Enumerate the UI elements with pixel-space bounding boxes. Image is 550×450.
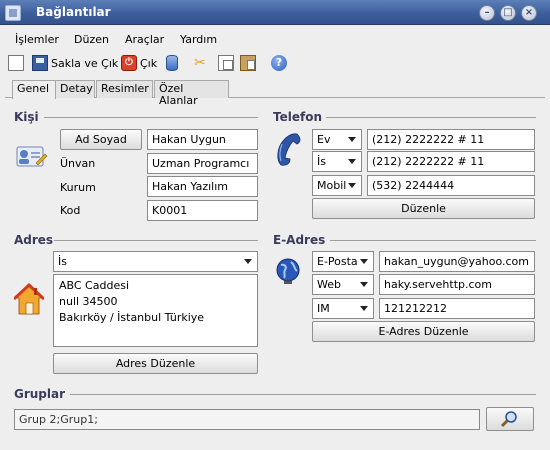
ad-soyad-button[interactable]: Ad Soyad bbox=[60, 129, 142, 150]
phone-type-2[interactable]: İs bbox=[312, 151, 362, 172]
phone-number-2[interactable]: (212) 2222222 # 11 bbox=[367, 151, 535, 172]
unvan-label: Ünvan bbox=[60, 157, 96, 170]
menu-duzen[interactable]: Düzen bbox=[74, 33, 109, 46]
menu-yardim[interactable]: Yardım bbox=[180, 33, 217, 46]
help-icon[interactable]: ? bbox=[271, 55, 287, 71]
phone-icon bbox=[273, 132, 303, 168]
unvan-field[interactable]: Uzman Programcı bbox=[147, 153, 258, 174]
globe-icon bbox=[273, 256, 303, 286]
adres-section-title: Adres bbox=[14, 233, 54, 247]
eaddress-value-2[interactable]: haky.servehttp.com bbox=[379, 274, 535, 295]
gruplar-section-title: Gruplar bbox=[14, 387, 66, 401]
kod-label: Kod bbox=[60, 204, 81, 217]
tab-genel[interactable]: Genel bbox=[12, 80, 56, 99]
menu-islemler[interactable]: İşlemler bbox=[15, 33, 59, 46]
app-icon bbox=[5, 5, 21, 21]
contact-card-icon bbox=[14, 143, 48, 171]
phone-type-1[interactable]: Ev bbox=[312, 129, 362, 150]
tab-detay[interactable]: Detay bbox=[55, 80, 95, 98]
eaddress-type-3[interactable]: IM bbox=[312, 298, 374, 319]
eaddress-type-1[interactable]: E-Posta bbox=[312, 251, 374, 272]
magnifier-icon bbox=[500, 411, 517, 428]
telefon-section-title: Telefon bbox=[273, 110, 322, 124]
save-exit-button[interactable]: Sakla ve Çık bbox=[51, 57, 118, 70]
kod-field[interactable]: K0001 bbox=[147, 200, 258, 221]
maximize-icon[interactable]: □ bbox=[500, 5, 516, 21]
adres-section-line bbox=[54, 240, 258, 241]
copy-icon[interactable] bbox=[218, 55, 234, 71]
eaddress-type-2[interactable]: Web bbox=[312, 274, 374, 295]
power-icon[interactable]: ⏻ bbox=[121, 55, 137, 71]
eaddress-value-3[interactable]: 121212212 bbox=[379, 298, 535, 319]
phone-number-1[interactable]: (212) 2222222 # 11 bbox=[367, 129, 535, 150]
cut-icon[interactable]: ✂ bbox=[194, 56, 210, 72]
telefon-section-line bbox=[326, 117, 536, 118]
eadres-section-title: E-Adres bbox=[273, 233, 326, 247]
kurum-field[interactable]: Hakan Yazılım bbox=[147, 176, 258, 197]
eadres-section-line bbox=[330, 240, 536, 241]
address-type-select[interactable]: İs bbox=[53, 251, 258, 272]
adres-edit-button[interactable]: Adres Düzenle bbox=[53, 353, 258, 374]
exit-button[interactable]: Çık bbox=[140, 57, 157, 70]
kisi-section-line bbox=[44, 117, 258, 118]
minimize-icon[interactable]: – bbox=[479, 5, 495, 21]
address-textarea[interactable]: ABC Caddesi null 34500 Bakırköy / İstanb… bbox=[53, 274, 258, 347]
eaddress-value-1[interactable]: hakan_uygun@yahoo.com bbox=[379, 251, 535, 272]
tab-resimler[interactable]: Resimler bbox=[96, 80, 153, 98]
phone-type-3[interactable]: Mobil bbox=[312, 175, 362, 196]
gruplar-section-line bbox=[70, 394, 536, 395]
groups-field[interactable]: Grup 2;Grup1; bbox=[14, 409, 480, 430]
telefon-edit-button[interactable]: Düzenle bbox=[312, 198, 535, 219]
kisi-section-title: Kişi bbox=[14, 110, 39, 124]
tab-ozel-alanlar[interactable]: Özel Alanlar bbox=[154, 80, 229, 107]
menu-araclar[interactable]: Araçlar bbox=[125, 33, 164, 46]
kurum-label: Kurum bbox=[60, 181, 96, 194]
name-field[interactable]: Hakan Uygun bbox=[147, 129, 258, 150]
save-icon[interactable] bbox=[32, 55, 48, 71]
eadres-edit-button[interactable]: E-Adres Düzenle bbox=[312, 321, 535, 342]
database-icon[interactable] bbox=[166, 55, 178, 71]
new-document-icon[interactable] bbox=[8, 55, 24, 71]
groups-search-button[interactable] bbox=[486, 407, 534, 431]
window-title: Bağlantılar bbox=[36, 5, 111, 19]
house-icon bbox=[12, 282, 46, 317]
paste-icon[interactable] bbox=[240, 55, 256, 71]
close-icon[interactable]: × bbox=[521, 5, 537, 21]
phone-number-3[interactable]: (532) 2244444 bbox=[367, 175, 535, 196]
